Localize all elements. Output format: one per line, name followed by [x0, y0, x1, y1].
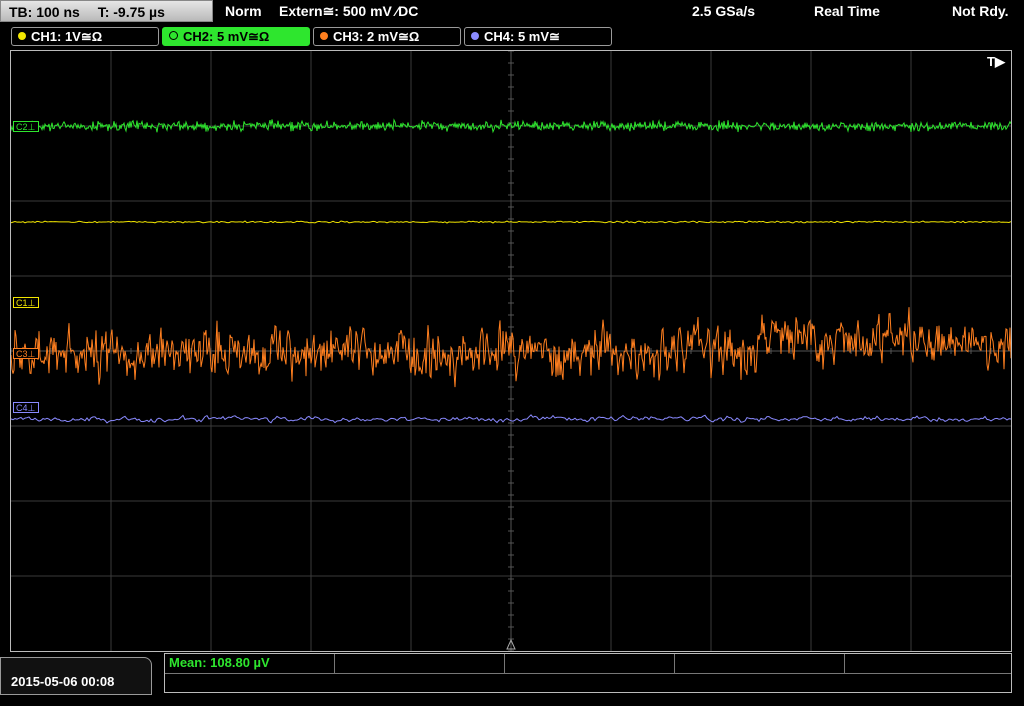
trigger-source[interactable]: Extern≅: 500 mV ⁄DC: [279, 0, 418, 22]
date-time: 2015-05-06 00:08: [0, 657, 152, 695]
timebase-box[interactable]: TB: 100 ns T: -9.75 µs: [0, 0, 213, 22]
ch4-color-icon: [471, 32, 479, 40]
tab-ch1-label: CH1: 1V≅Ω: [31, 29, 103, 44]
trigger-time-value: T: -9.75 µs: [97, 4, 165, 20]
ch1-offset-marker[interactable]: C1⊥: [13, 297, 40, 308]
sample-rate: 2.5 GSa/s: [692, 3, 756, 19]
tab-ch3[interactable]: CH3: 2 mV≅Ω: [313, 27, 461, 46]
tab-ch1[interactable]: CH1: 1V≅Ω: [11, 27, 159, 46]
tab-ch3-label: CH3: 2 mV≅Ω: [333, 29, 420, 44]
tab-ch2-label: CH2: 5 mV≅Ω: [183, 29, 270, 44]
waveform-canvas: [11, 51, 1011, 651]
measurement-divider: [165, 673, 1011, 674]
trigger-position-marker: T▶: [987, 54, 1005, 69]
top-status-bar: TB: 100 ns T: -9.75 µs Norm Extern≅: 500…: [0, 0, 1024, 24]
ch2-color-icon: [169, 31, 178, 40]
mean-measurement: Mean: 108.80 µV: [169, 655, 270, 670]
measurement-cell: [505, 654, 675, 673]
trigger-mode[interactable]: Norm: [225, 0, 262, 22]
waveform-display[interactable]: T▶ C1⊥ C2⊥ C3⊥ C4⊥: [10, 50, 1012, 652]
measurement-cell: [335, 654, 505, 673]
ch2-offset-marker[interactable]: C2⊥: [13, 121, 40, 132]
ch3-offset-marker[interactable]: C3⊥: [13, 348, 40, 359]
ch1-color-icon: [18, 32, 26, 40]
trigger-status: Not Rdy.: [952, 3, 1009, 19]
timebase-value: TB: 100 ns: [9, 4, 80, 20]
bottom-bar: 2015-05-06 00:08 Mean: 108.80 µV: [0, 653, 1024, 695]
ch3-color-icon: [320, 32, 328, 40]
tab-ch4-label: CH4: 5 mV≅: [484, 29, 560, 44]
tab-ch4[interactable]: CH4: 5 mV≅: [464, 27, 612, 46]
ch4-offset-marker[interactable]: C4⊥: [13, 402, 40, 413]
measurement-cell: [675, 654, 845, 673]
measurement-bar[interactable]: Mean: 108.80 µV: [164, 653, 1012, 693]
channel-tabs: CH1: 1V≅Ω CH2: 5 mV≅Ω CH3: 2 mV≅Ω CH4: 5…: [0, 27, 1024, 47]
acquisition-mode[interactable]: Real Time: [814, 0, 880, 22]
tab-ch2[interactable]: CH2: 5 mV≅Ω: [162, 27, 310, 46]
